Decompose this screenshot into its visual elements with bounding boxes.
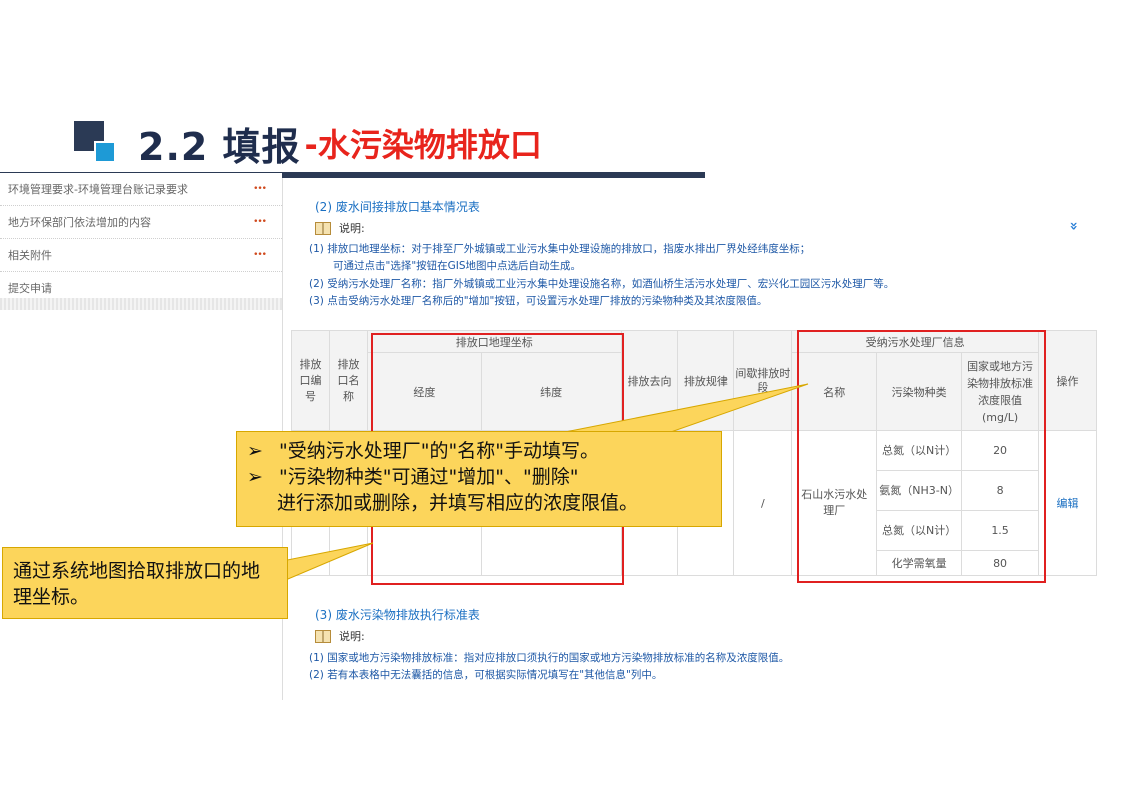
note-label: 说明: [339,630,365,643]
book-icon [315,629,331,643]
header-rule: 排放规律 [677,330,735,431]
sidebar-footer [0,298,282,310]
edit-link[interactable]: 编辑 [1038,430,1097,576]
plant-highlight-box [797,330,1046,583]
callout-line-1: "受纳污水处理厂"的"名称"手动填写。 [279,440,599,462]
section-3-line-1: (1) 国家或地方污染物排放标准：指对应排放口须执行的国家或地方污染物排放标准的… [309,652,790,664]
bullet-arrow-icon: ➢ [247,440,263,462]
sidebar: 环境管理要求-环境管理台账记录要求 ••• 地方环保部门依法增加的内容 ••• … [0,173,282,311]
title-squares-icon [74,121,118,165]
section-3-note: 说明: [315,628,365,644]
expand-chevron-icon[interactable]: » [1065,221,1081,230]
section-2-title: (2) 废水间接排放口基本情况表 [315,200,480,214]
header-intermittent: 间歇排放时段 [733,330,793,431]
note-line-1: (1) 排放口地理坐标：对于排至厂外城镇或工业污水集中处理设施的排放口，指废水排… [309,243,811,255]
header-direction: 排放去向 [620,330,679,431]
status-dots-icon: ••• [253,184,267,194]
sidebar-item-label: 地方环保部门依法增加的内容 [8,216,151,229]
callout-coords: 通过系统地图拾取排放口的地理坐标。 [2,547,288,619]
note-line-4: (3) 点击受纳污水处理厂名称后的"增加"按钮，可设置污水处理厂排放的污染物种类… [309,295,768,307]
sidebar-item-label: 环境管理要求-环境管理台账记录要求 [8,183,188,196]
bullet-arrow-icon: ➢ [247,466,263,488]
cell-intermittent[interactable]: / [733,430,793,576]
sidebar-item-local-content[interactable]: 地方环保部门依法增加的内容 ••• [0,206,282,239]
callout-plant-info: ➢ "受纳污水处理厂"的"名称"手动填写。 ➢ "污染物种类"可通过"增加"、"删除… [236,431,722,527]
status-dots-icon: ••• [253,217,267,227]
header-action: 操作 [1038,330,1097,431]
slide-title: 2.2 填报 -水污染物排放口 [74,118,542,169]
header-outlet-no: 排放口编号 [291,330,330,431]
book-icon [315,221,331,235]
section-3-title: (3) 废水污染物排放执行标准表 [315,608,480,622]
title-main: 2.2 填报 [138,124,301,169]
callout-line-2: "污染物种类"可通过"增加"、"删除" [279,466,579,488]
title-sub: -水污染物排放口 [304,126,542,164]
note-line-2: 可通过点击"选择"按钮在GIS地图中点选后自动生成。 [333,260,582,272]
section-3-line-2: (2) 若有本表格中无法囊括的信息，可根据实际情况填写在"其他信息"列中。 [309,669,663,681]
sidebar-item-label: 相关附件 [8,249,52,262]
note-label: 说明: [339,222,365,235]
header-outlet-name: 排放口名称 [328,330,368,431]
status-dots-icon: ••• [253,250,267,260]
section-2-note: 说明: [315,220,365,236]
sidebar-item-label: 提交申请 [8,282,52,295]
sidebar-item-ledger[interactable]: 环境管理要求-环境管理台账记录要求 ••• [0,173,282,206]
sidebar-item-attachments[interactable]: 相关附件 ••• [0,239,282,272]
note-line-3: (2) 受纳污水处理厂名称：指厂外城镇或工业污水集中处理设施名称，如酒仙桥生活污… [309,278,895,290]
callout-line-3: 进行添加或删除，并填写相应的浓度限值。 [277,492,639,514]
